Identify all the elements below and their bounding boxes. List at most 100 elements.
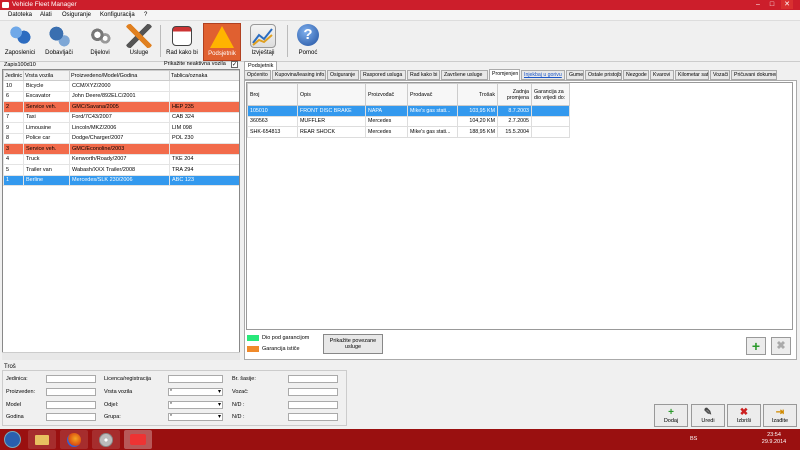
parts-row[interactable]: SHK-654813 REAR SHOCK Mercedes Mike's gas s… [247,126,570,138]
label-vozac: Vozač: [232,389,249,395]
vehicle-col-header[interactable]: Vrsta vozila [23,70,70,81]
odjel-select[interactable]: * [168,401,223,409]
pomoc-button[interactable]: ? Pomoć [292,23,324,61]
parts-row[interactable]: 360563 MUFFLER Mercedes 104,20 KM 2.7.2005 [247,115,570,127]
proizveden-field[interactable] [46,388,96,396]
tab-kvarovi[interactable]: Kvarovi [650,70,674,80]
parts-col-header[interactable]: Prodavač [407,83,458,106]
vozac-field[interactable] [288,388,338,396]
menu-osiguranje[interactable]: Osiguranje [62,12,91,18]
legend-expiring: Garancija ističe [262,346,300,352]
vehicle-row[interactable]: 10 Bicycle CCM/XYZ/2000 [3,80,239,92]
tab-nezgode[interactable]: Nezgode [623,70,649,80]
vehicle-row[interactable]: 6 Excavator John Deere/892ELC/2001 [3,90,239,102]
vehicle-empty-row [3,248,239,260]
usluge-button[interactable]: Usluge [124,23,154,61]
tab-op-enito[interactable]: Općenito [244,70,271,80]
nd-field-2[interactable] [288,413,338,421]
maximize-button[interactable]: □ [766,0,778,9]
linked-services-button[interactable]: Prikažite povezane usluge [323,334,383,354]
tab-promjenjen[interactable]: Promjenjen [489,69,520,80]
tab-kilometar-sat[interactable]: Kilometar sat [675,70,709,80]
tab-gume[interactable]: Gume [566,70,584,80]
dobavljaci-button[interactable]: Dobavljači [40,23,78,61]
taskbar-firefox-button[interactable] [60,430,88,449]
vehicle-row[interactable]: 1 Berline Mercedes/SLK 230/2006 ABC 123 [3,174,239,186]
tab-raspored-usluga[interactable]: Raspored usluga [360,70,406,80]
tab-ostale-pristojbe[interactable]: Ostale pristojbe [585,70,622,80]
vehicle-col-header[interactable]: Tablica/oznaka [169,70,239,81]
parts-col-header[interactable]: Broj [247,83,298,106]
parts-col-header[interactable]: Trošak [457,83,498,106]
tab-zavr-ene-usluge[interactable]: Završene usluge [441,70,488,80]
label-br-sasije: Br. šasije: [232,376,256,382]
tab-kupovina-leasing-info-[interactable]: Kupovina/leasing info. [272,70,326,80]
nd-field-1[interactable] [288,401,338,409]
model-field[interactable] [46,401,96,409]
zaposlenici-button[interactable]: Zaposlenici [2,23,38,61]
show-inactive-checkbox[interactable]: ✓ [231,61,238,68]
close-button[interactable]: ✕ [781,0,793,9]
tab-voza-i[interactable]: Vozači [710,70,730,80]
vehicle-cell: Ford/7C43/2007 [69,111,170,123]
window-title: Vehicle Fleet Manager [12,1,77,8]
parts-cell [531,126,570,138]
menu-konfiguracija[interactable]: Konfiguracija [100,12,135,18]
tab-rad-kako-bi[interactable]: Rad kako bi [407,70,440,80]
language-indicator[interactable]: BS [690,436,697,442]
podsjetnik-button[interactable]: Podsjetnik [203,23,241,61]
vehicle-row[interactable]: 5 Trailer van Wabash/XXX Trailer/2008 TRA 2… [3,164,239,176]
taskbar-explorer-button[interactable] [28,430,56,449]
godina-field[interactable] [46,413,96,421]
menu-alati[interactable]: Alati [40,12,52,18]
licenca-field[interactable] [168,375,223,383]
vrsta-vozila-select[interactable]: * [168,388,223,396]
add-part-button[interactable]: + [746,337,766,355]
dijelovi-button[interactable]: Dijelovi [84,23,116,61]
horizontal-scrollbar[interactable] [2,352,240,360]
start-button[interactable] [4,431,21,448]
plus-icon: + [751,338,761,354]
clock[interactable]: 23:54 29.9.2014 [756,432,792,446]
remove-part-button[interactable]: ✖ [771,337,791,355]
izvjestaji-button[interactable]: Izvještaji [245,23,281,61]
parts-row[interactable]: 105010 FRONT DISC BRAKE NAPA Mike's gas sta… [247,105,570,117]
parts-col-header[interactable]: Garancija za dio vrijedi do: [531,83,570,106]
vehicle-row[interactable]: 8 Police car Dodge/Charger/2007 POL 230 [3,132,239,144]
parts-col-header[interactable]: Proizvođač [365,83,408,106]
tab-osiguranje[interactable]: Osiguranje [327,70,359,80]
vehicle-table[interactable]: Jedinic Vrsta vozila Proizvedeno/Model/God… [2,69,240,360]
parts-col-header[interactable]: Opis [297,83,366,106]
vehicle-cell: GMC/Savana/2005 [69,101,170,113]
taskbar-app-button[interactable] [92,430,120,449]
parts-col-header[interactable]: Zadnja promjena [497,83,532,106]
vehicle-cell: Trailer van [23,164,70,176]
parts-cell [531,105,570,117]
minimize-button[interactable]: – [752,0,764,9]
jedinica-field[interactable] [46,375,96,383]
izbrisi-button[interactable]: ✖ Izbriši [727,404,761,427]
vehicle-cell: Wabash/XXX Trailer/2008 [69,164,170,176]
fleet-app-icon [130,434,146,445]
parts-table[interactable]: Broj Opis Proizvođač Prodavač Trošak Zadnja p… [247,83,570,138]
br-sasije-field[interactable] [288,375,338,383]
vehicle-col-header[interactable]: Proizvedeno/Model/Godina [69,70,170,81]
taskbar-fleet-manager-button[interactable] [124,430,152,449]
tab-podsjetnik[interactable]: Podsjetnik [244,61,278,70]
vehicle-col-header[interactable]: Jedinic [3,70,24,81]
rad-kako-bi-button[interactable]: Rad kako bi [164,23,200,61]
menu-help[interactable]: ? [144,12,147,18]
tab-pri-uvani-dokumenti[interactable]: Pričuvani dokumenti [731,70,777,80]
dodaj-button[interactable]: + Dodaj [654,404,688,427]
menu-datoteka[interactable]: Datoteka [8,12,32,18]
vehicle-row[interactable]: 2 Service veh. GMC/Savana/2005 HEP 235 [3,101,239,113]
tab-injekbaj-u-gorivu[interactable]: Injekbaj u gorivu [521,70,565,80]
vehicle-row[interactable]: 7 Taxi Ford/7C43/2007 CAB 324 [3,111,239,123]
vehicle-row[interactable]: 9 Limousine Lincoln/MKZ/2006 LIM 098 [3,122,239,134]
izadite-button[interactable]: ⇥ Izađite [763,404,797,427]
vehicle-row[interactable]: 4 Truck Kenworth/Roady/2007 TKE 204 [3,153,239,165]
uredi-button[interactable]: ✎ Uredi [691,404,725,427]
vehicle-row[interactable]: 3 Service veh. GMC/Econoline/2003 [3,143,239,155]
grupa-select[interactable]: * [168,413,223,421]
vehicle-cell: Mercedes/SLK 230/2006 [69,174,170,186]
